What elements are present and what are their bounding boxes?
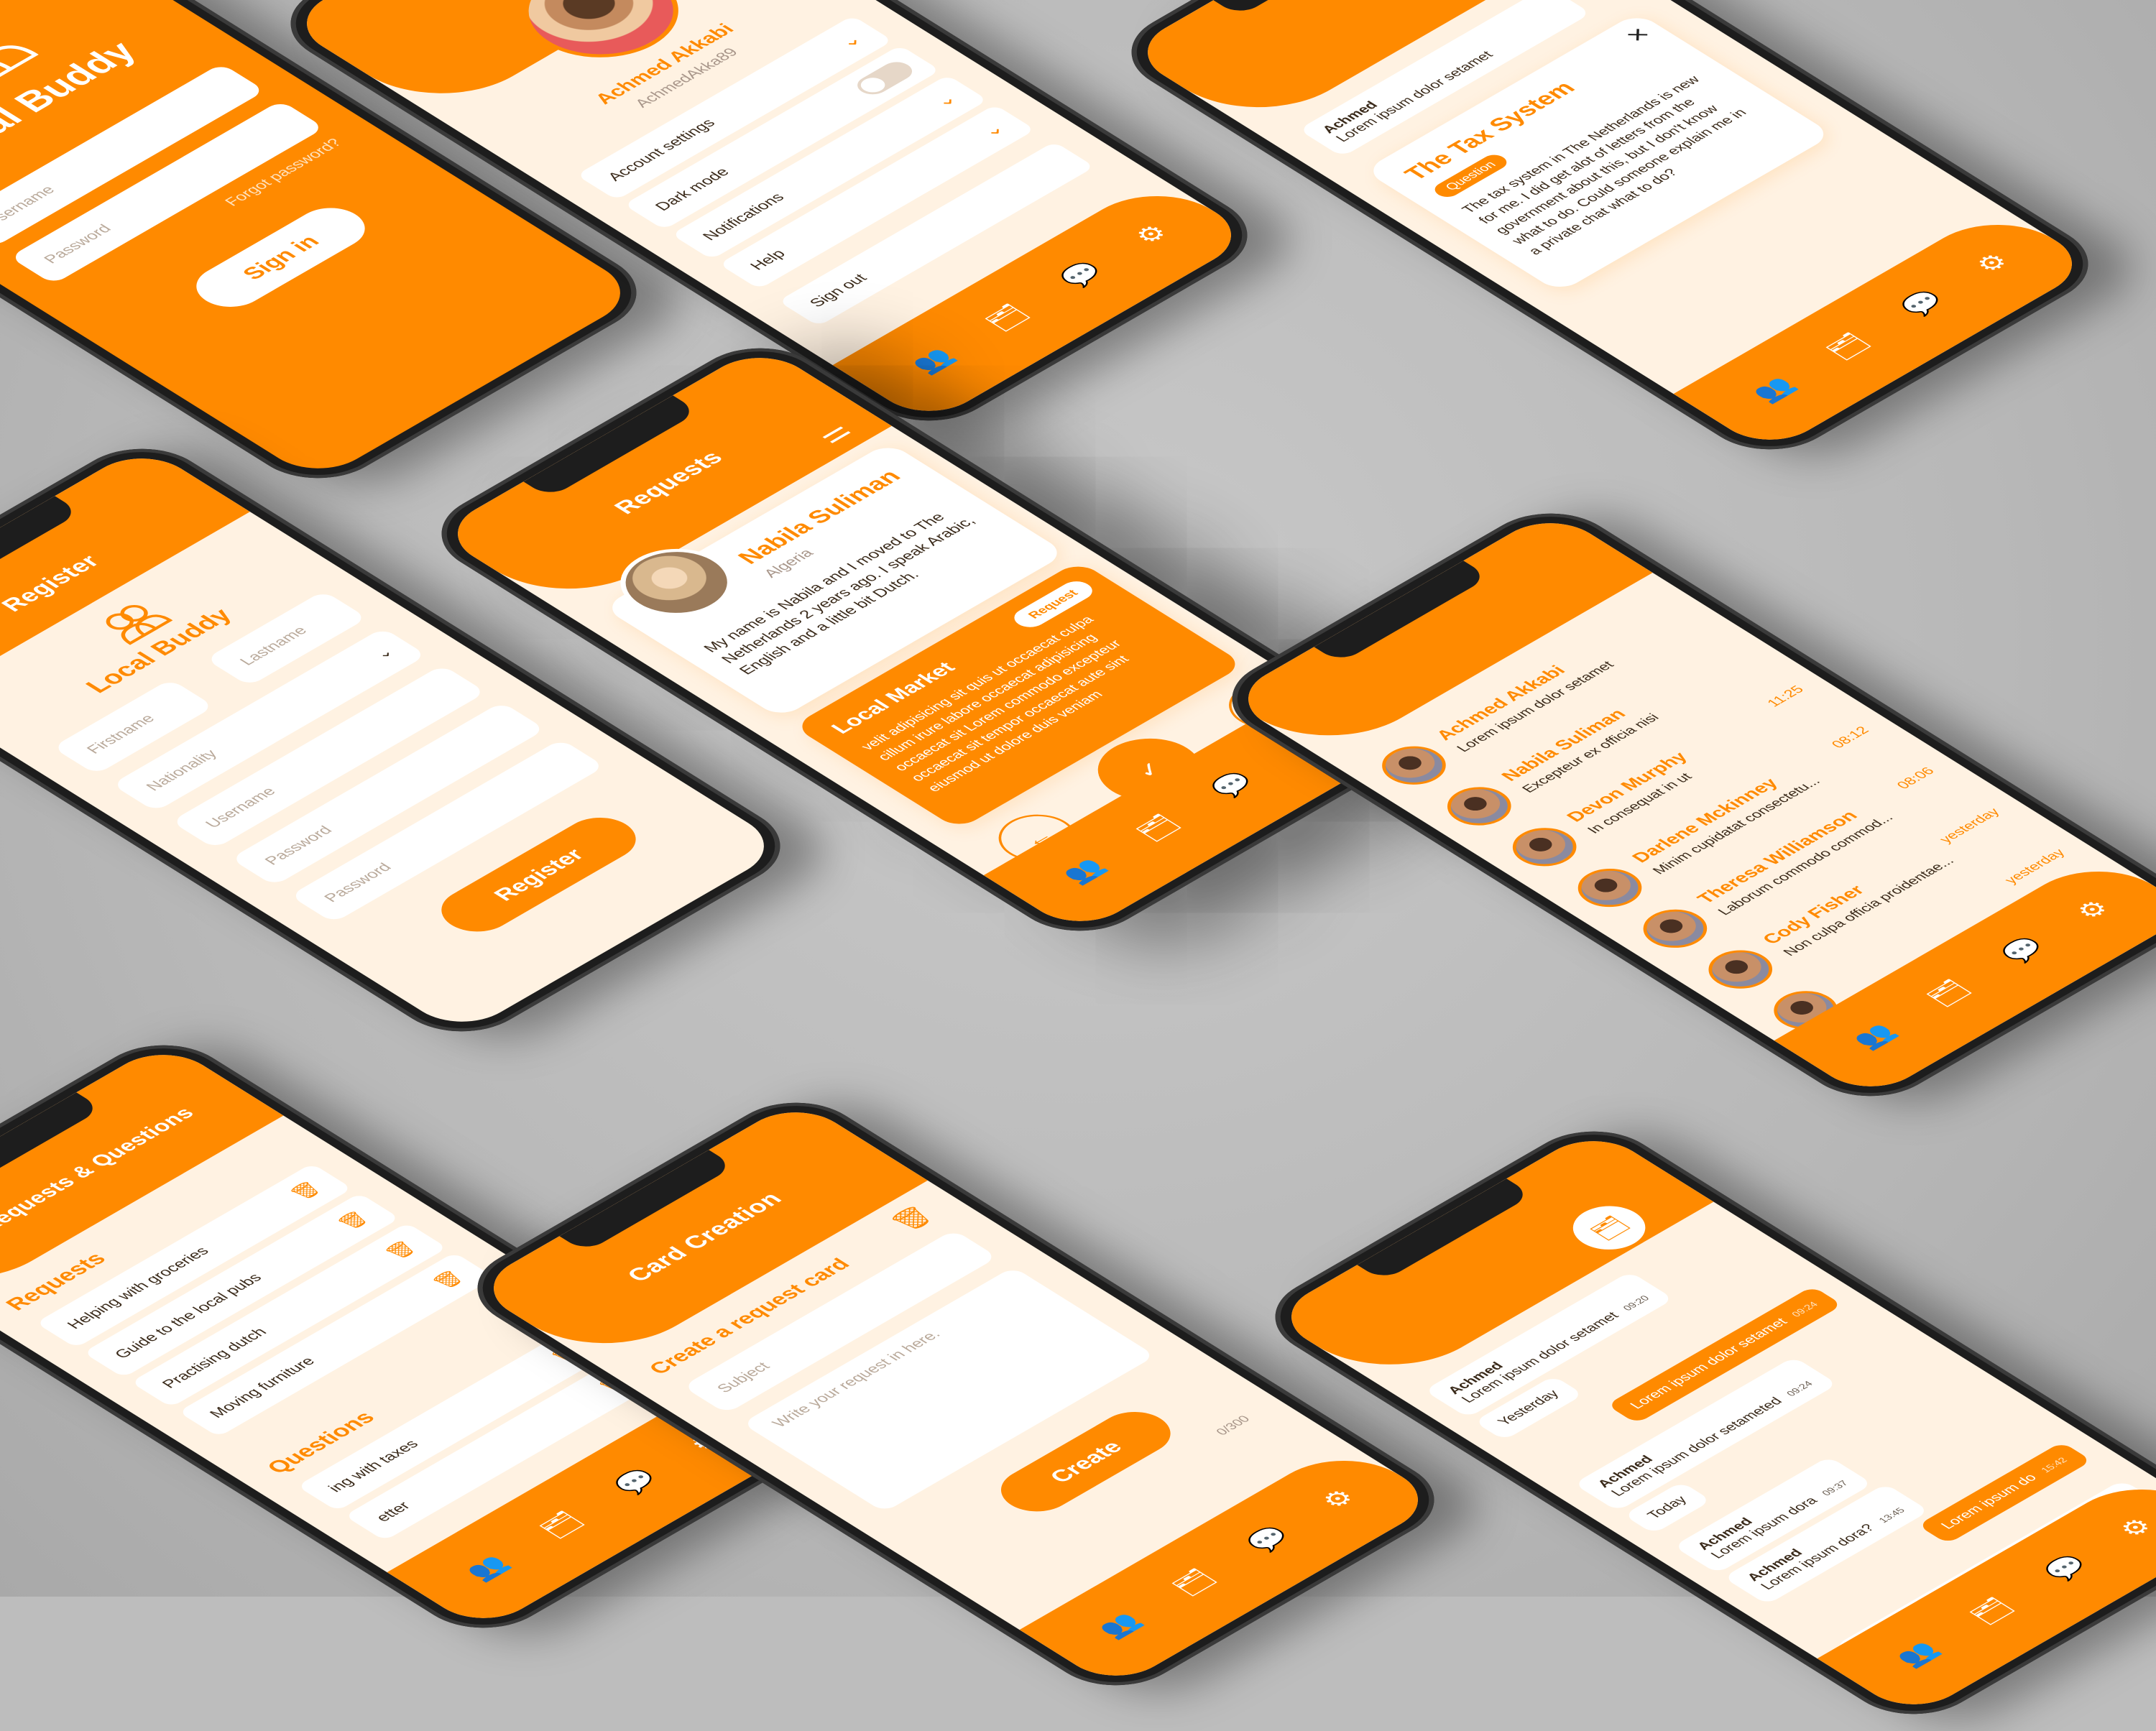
avatar <box>1695 942 1786 997</box>
chevron-down-icon: ⌄ <box>976 119 1010 140</box>
tab-cards-icon[interactable]: 🗂 <box>1130 811 1185 844</box>
tab-people-icon[interactable]: 👥 <box>1746 373 1801 405</box>
tab-people-icon[interactable]: 👥 <box>1056 854 1111 887</box>
tab-settings-icon[interactable]: ⚙ <box>2113 1514 2156 1542</box>
tab-cards-icon[interactable]: 🗂 <box>980 301 1034 334</box>
tab-settings-icon[interactable]: ⚙ <box>1315 1485 1361 1513</box>
message-text: Lorem ipsum do <box>1938 1472 2040 1532</box>
message-time: 09:20 <box>1620 1293 1652 1313</box>
tab-settings-icon[interactable]: ⚙ <box>1969 249 2015 277</box>
tab-cards-icon[interactable]: 🗂 <box>534 1508 589 1541</box>
tab-people-icon[interactable]: 👥 <box>1092 1609 1147 1641</box>
avatar <box>1368 738 1460 793</box>
trash-icon[interactable]: 🗑 <box>323 1201 385 1240</box>
tab-cards-icon[interactable]: 🗂 <box>1921 977 1976 1010</box>
message-time: 09:24 <box>1789 1299 1820 1319</box>
avatar <box>1434 779 1524 834</box>
tab-people-icon[interactable]: 👥 <box>906 344 960 377</box>
chevron-down-icon: ⌄ <box>370 645 397 662</box>
tab-cards-icon[interactable]: 🗂 <box>1820 330 1875 363</box>
chat-time: 08:12 <box>1828 724 1873 751</box>
phone-chats: Achmed Akkabi Lorem ipsum dolor setamet Na… <box>1203 496 2156 1114</box>
trash-icon[interactable]: 🗑 <box>370 1232 433 1270</box>
tab-chat-icon[interactable]: 💬 <box>1895 287 1950 320</box>
chevron-down-icon: ⌄ <box>929 90 962 111</box>
tab-chat-icon[interactable]: 💬 <box>2039 1552 2093 1584</box>
tab-chat-icon[interactable]: 💬 <box>1996 934 2050 966</box>
list-item-label: etter <box>372 1499 415 1525</box>
tab-bar: 👥 🗂 💬 ⚙ <box>832 177 1254 425</box>
sign-in-button[interactable]: Sign in <box>182 199 379 315</box>
char-counter: 0/300 <box>1212 1413 1253 1438</box>
tab-chat-icon[interactable]: 💬 <box>1054 259 1109 291</box>
chat-time: yesterday <box>1936 806 2004 846</box>
tab-chat-icon[interactable]: 💬 <box>1241 1523 1296 1556</box>
message-time: 15:42 <box>2038 1455 2070 1474</box>
tab-settings-icon[interactable]: ⚙ <box>2070 896 2116 924</box>
chat-time: 11:25 <box>1764 683 1807 709</box>
message-time: 13:45 <box>1876 1505 1907 1525</box>
avatar <box>1630 901 1720 956</box>
trash-icon[interactable]: 🗑 <box>885 1202 941 1236</box>
tab-settings-icon[interactable]: ⚙ <box>1128 221 1174 249</box>
message-text: Today <box>1644 1493 1691 1521</box>
mockup-scene: Local Buddy Username Password Forgot pas… <box>0 0 2156 1731</box>
tab-people-icon[interactable]: 👥 <box>460 1551 515 1584</box>
dark-mode-toggle[interactable] <box>851 58 918 98</box>
chevron-down-icon: ⌄ <box>834 30 867 51</box>
tab-chat-icon[interactable]: 💬 <box>609 1466 663 1498</box>
close-icon[interactable]: × <box>1618 22 1659 47</box>
sign-out-label: Sign out <box>805 271 871 310</box>
tab-chat-icon[interactable]: 💬 <box>1205 769 1260 801</box>
trash-icon[interactable]: 🗑 <box>275 1172 338 1210</box>
tab-people-icon[interactable]: 👥 <box>1890 1638 1945 1670</box>
tab-cards-icon[interactable]: 🗂 <box>1166 1566 1221 1599</box>
settings-item-label: Help <box>746 246 789 273</box>
tab-cards-icon[interactable]: 🗂 <box>1964 1594 2019 1628</box>
tab-bar: 👥 🗂 💬 ⚙ <box>1673 206 2095 453</box>
nationality-placeholder: Nationality <box>142 747 221 793</box>
message-time: 09:24 <box>1783 1379 1815 1398</box>
chat-time: 08:06 <box>1894 765 1938 792</box>
avatar <box>1499 820 1590 874</box>
message-time: 09:37 <box>1819 1478 1851 1497</box>
avatar <box>1565 860 1655 915</box>
tab-people-icon[interactable]: 👥 <box>1847 1020 1902 1052</box>
phone-chat-detail: 🗂 Achmed Lorem ipsum dolor setamet09:20 Ye… <box>1246 1114 2156 1731</box>
